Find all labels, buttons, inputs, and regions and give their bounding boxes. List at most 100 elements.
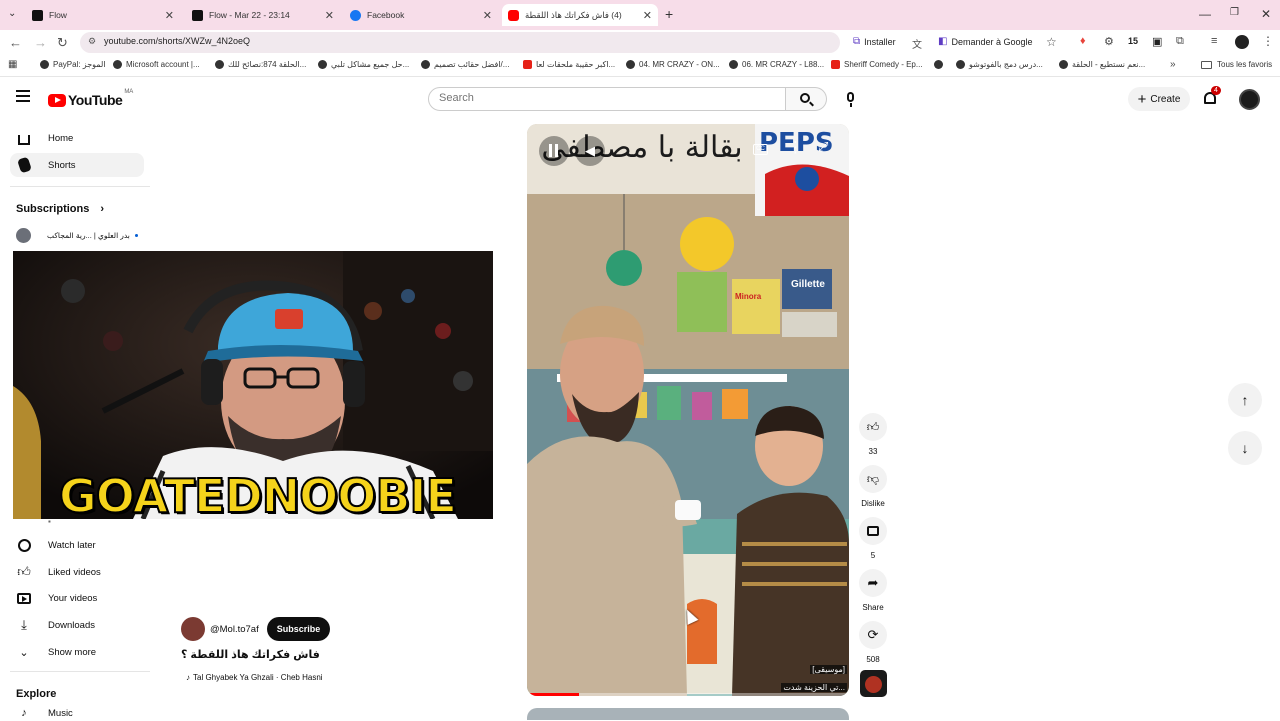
restore-icon[interactable]: ❐: [1230, 7, 1239, 18]
account-avatar[interactable]: [1239, 89, 1260, 110]
reload-icon[interactable]: ↻: [57, 35, 68, 51]
close-tab-icon[interactable]: ✕: [325, 9, 334, 22]
pip-video-overlay[interactable]: GOATEDNOOBIE: [13, 251, 493, 519]
extension-icon[interactable]: ♦: [1080, 35, 1086, 47]
profile-avatar[interactable]: [1235, 35, 1249, 49]
browser-menu-icon[interactable]: ⋮: [1262, 34, 1274, 48]
install-app-button[interactable]: ⧉ Installer: [853, 36, 896, 47]
browser-tab-youtube[interactable]: (4) فاش فكراتك هاذ اللقطة ✕: [502, 4, 658, 26]
subscription-channel-item[interactable]: بدر العلوي | ...رية المجاكب: [16, 228, 138, 243]
notifications-button[interactable]: 4: [1202, 86, 1221, 108]
bookmark-item[interactable]: درس دمج بالفوتوشو...: [956, 60, 1043, 69]
subscriptions-heading[interactable]: Subscriptions ›: [16, 203, 104, 215]
close-tab-icon[interactable]: ✕: [165, 9, 174, 22]
progress-track[interactable]: [527, 693, 849, 696]
remix-action[interactable]: ⟳ 508: [859, 621, 887, 664]
remix-button[interactable]: ⟳: [859, 621, 887, 649]
sidebar-item-home[interactable]: Home: [10, 126, 144, 150]
sidebar-item-liked-videos[interactable]: 👍︎ Liked videos: [10, 560, 144, 584]
share-action[interactable]: ➦ Share: [859, 569, 887, 612]
comments-button[interactable]: [859, 517, 887, 545]
channel-handle[interactable]: @Mol.to7af: [210, 624, 259, 635]
new-content-dot: [134, 234, 138, 237]
hidden-sidebar-label: ▪: [48, 517, 51, 526]
translate-icon[interactable]: 文: [912, 36, 922, 51]
previous-short-button[interactable]: ↑: [1228, 383, 1262, 417]
facebook-icon: [350, 9, 361, 21]
gillette-sign-text: Gillette: [791, 279, 825, 290]
bookmark-icon: [215, 60, 224, 69]
more-options-icon[interactable]: ⋮: [788, 138, 803, 156]
sidebar-item-watch-later[interactable]: Watch later: [10, 533, 144, 557]
extensions-icon[interactable]: ⧉: [1176, 35, 1184, 48]
subscribe-button[interactable]: Subscribe: [266, 617, 331, 641]
more-bookmarks-icon[interactable]: »: [1170, 59, 1176, 70]
extension-badge[interactable]: 15: [1128, 36, 1138, 46]
next-short-button[interactable]: ↓: [1228, 431, 1262, 465]
short-music-row[interactable]: ♪ Tal Ghyabek Ya Ghzali · Cheb Hasni: [186, 673, 323, 682]
bookmark-item[interactable]: Sheriff Comedy - Ep...: [831, 60, 923, 69]
search-box[interactable]: [428, 87, 786, 111]
share-button[interactable]: ➦: [859, 569, 887, 597]
dislike-button[interactable]: 👎︎: [859, 465, 887, 493]
extension-icon-2[interactable]: ▣: [1152, 35, 1162, 48]
like-action[interactable]: 👍︎ 33: [859, 413, 887, 456]
site-info-icon[interactable]: ⚙: [88, 36, 96, 47]
bookmark-item[interactable]: PayPal: الموجز: [40, 60, 106, 69]
minimize-icon[interactable]: —: [1199, 7, 1211, 21]
bookmark-item[interactable]: Microsoft account |...: [113, 60, 200, 69]
search-input[interactable]: [439, 92, 769, 104]
tab-search-icon[interactable]: ⌄: [8, 8, 16, 19]
bookmark-icon: [956, 60, 965, 69]
new-tab-icon[interactable]: +: [665, 6, 673, 22]
apps-grid-icon[interactable]: ▦: [8, 59, 17, 70]
bookmark-item[interactable]: اكبر حقيبة ملحقات لعا...: [523, 60, 615, 69]
bookmark-item[interactable]: 06. MR CRAZY - L88...: [729, 60, 824, 69]
bookmark-item[interactable]: [934, 60, 947, 69]
back-icon[interactable]: ←: [9, 35, 22, 50]
bookmark-item[interactable]: حل جميع مشاكل تلبي...: [318, 60, 409, 69]
all-bookmarks-button[interactable]: Tous les favoris: [1201, 60, 1272, 69]
youtube-logo[interactable]: YouTube MA: [48, 89, 133, 108]
browser-tab-flow[interactable]: Flow ✕: [26, 4, 180, 26]
forward-icon[interactable]: →: [34, 35, 47, 50]
ask-google-button[interactable]: ◧ Demander à Google: [938, 36, 1033, 47]
comments-action[interactable]: 5: [859, 517, 887, 560]
dislike-action[interactable]: 👎︎ Dislike: [855, 465, 891, 508]
browser-tab-facebook[interactable]: Facebook ✕: [344, 4, 498, 26]
bookmark-star-icon[interactable]: ☆: [1046, 35, 1057, 49]
browser-toolbar: ← → ↻ ⚙ youtube.com/shorts/XWZw_4N2oeQ ⧉…: [0, 30, 1280, 55]
next-short-preview[interactable]: [527, 708, 849, 720]
channel-avatar[interactable]: [181, 617, 205, 641]
search-button[interactable]: [786, 87, 827, 111]
sound-thumbnail[interactable]: [860, 670, 887, 697]
bookmark-item[interactable]: 04. MR CRAZY - ON...: [626, 60, 720, 69]
bookmark-item[interactable]: الحلقة 874:نصائح للك...: [215, 60, 306, 69]
extension-puzzle-icon[interactable]: ⚙: [1104, 35, 1114, 48]
play-pause-button[interactable]: [539, 136, 569, 166]
close-tab-icon[interactable]: ✕: [483, 9, 492, 22]
like-button[interactable]: 👍︎: [859, 413, 887, 441]
youtube-play-icon: [48, 93, 66, 107]
create-button[interactable]: + Create: [1128, 87, 1190, 111]
address-bar[interactable]: ⚙ youtube.com/shorts/XWZw_4N2oeQ: [80, 32, 840, 53]
sidebar-item-downloads[interactable]: ⤓ Downloads: [10, 613, 144, 637]
sidebar-item-shorts[interactable]: Shorts: [10, 153, 144, 177]
browser-tab-flow-mar22[interactable]: Flow - Mar 22 - 23:14 ✕: [186, 4, 340, 26]
close-tab-icon[interactable]: ✕: [643, 9, 652, 22]
sidebar-item-your-videos[interactable]: Your videos: [10, 586, 144, 610]
bookmark-item[interactable]: افضل حقائب تصميم/...: [421, 60, 509, 69]
captions-button[interactable]: CC: [753, 144, 768, 155]
volume-button[interactable]: ◀︎: [575, 136, 605, 166]
bookmark-label: PayPal: الموجز: [53, 60, 106, 69]
reading-list-icon[interactable]: ≡: [1211, 35, 1217, 47]
close-window-icon[interactable]: ✕: [1261, 7, 1271, 21]
url-text[interactable]: youtube.com/shorts/XWZw_4N2oeQ: [104, 36, 250, 46]
bookmark-item[interactable]: نعم نستطيع - الحلقة...: [1059, 60, 1145, 69]
tab-title: Facebook: [367, 10, 405, 20]
hamburger-menu-icon[interactable]: [16, 90, 30, 102]
sidebar-item-music[interactable]: ♪ Music: [10, 706, 144, 720]
voice-search-button[interactable]: [837, 87, 865, 111]
fullscreen-icon[interactable]: ⤢: [818, 139, 828, 155]
sidebar-item-show-more[interactable]: ⌄ Show more: [10, 640, 144, 664]
